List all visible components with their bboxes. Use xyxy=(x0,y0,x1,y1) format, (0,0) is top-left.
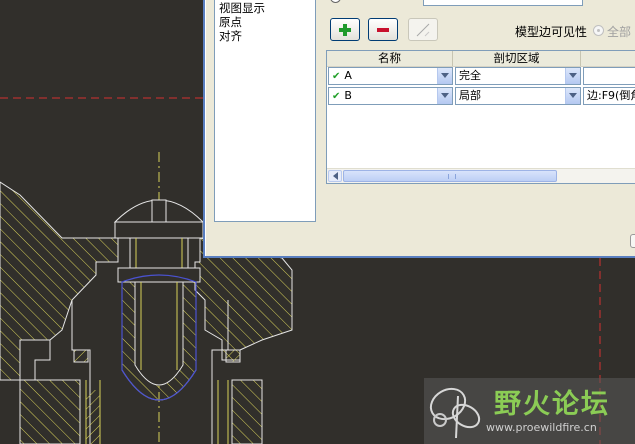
table-row[interactable]: ✔B 局部 边:F9(倒角 xyxy=(327,86,635,106)
column-header-extra[interactable] xyxy=(581,51,635,66)
name-combo[interactable]: ✔ B xyxy=(328,87,453,105)
row-region: 局部 xyxy=(459,89,481,102)
chevron-down-icon[interactable] xyxy=(437,88,452,104)
feature-tree-list: 视图显示 原点 对齐 xyxy=(214,0,316,222)
top-input-field[interactable] xyxy=(423,0,583,6)
cross-section-dialog: 视图显示 原点 对齐 模型边可见性 全部 名称 剖切区域 ✔ A 完全 ✔ B … xyxy=(203,0,635,258)
check-icon: ✔ xyxy=(332,91,341,102)
row-region: 完全 xyxy=(459,69,481,82)
name-combo[interactable]: ✔ A xyxy=(328,67,453,85)
visibility-all-radio[interactable] xyxy=(593,25,604,36)
plus-icon xyxy=(339,23,351,36)
chevron-left-icon xyxy=(332,172,338,180)
radio-option-top[interactable] xyxy=(330,0,341,3)
forum-watermark: 野火论坛 www.proewildfire.cn xyxy=(424,378,635,444)
list-item[interactable]: 对齐 xyxy=(219,29,315,43)
row-name: A xyxy=(344,69,352,82)
add-section-button[interactable] xyxy=(330,18,360,41)
watermark-title: 野火论坛 xyxy=(494,389,610,420)
region-combo[interactable]: 局部 xyxy=(455,87,581,105)
region-combo[interactable]: 完全 xyxy=(455,67,581,85)
table-header: 名称 剖切区域 xyxy=(327,51,635,67)
row-name: B xyxy=(344,89,352,102)
butterfly-logo-icon xyxy=(429,387,481,439)
column-header-region[interactable]: 剖切区域 xyxy=(453,51,581,66)
section-table: 名称 剖切区域 ✔A 完全 ✔B 局部 边:F9(倒角 xyxy=(326,50,635,184)
list-item[interactable]: 原点 xyxy=(219,15,315,29)
list-item[interactable]: 视图显示 xyxy=(219,1,315,15)
minus-icon xyxy=(377,27,389,32)
check-icon: ✔ xyxy=(332,71,341,82)
edit-section-button[interactable] xyxy=(408,18,438,41)
dialog-corner-button[interactable] xyxy=(630,234,635,248)
reference-field[interactable]: 边:F9(倒角 xyxy=(583,87,635,105)
pencil-slash-icon xyxy=(416,23,430,36)
chevron-down-icon[interactable] xyxy=(565,88,580,104)
remove-section-button[interactable] xyxy=(368,18,398,41)
chevron-down-icon[interactable] xyxy=(437,68,452,84)
model-edge-visibility-label: 模型边可见性 xyxy=(515,25,588,39)
reference-field[interactable] xyxy=(583,67,635,85)
visibility-all-label: 全部 xyxy=(607,25,632,39)
table-row[interactable]: ✔ A 完全 xyxy=(327,66,635,86)
watermark-url: www.proewildfire.cn xyxy=(486,421,597,434)
scrollbar-thumb[interactable] xyxy=(343,170,557,182)
horizontal-scrollbar[interactable] xyxy=(327,168,635,183)
scroll-left-button[interactable] xyxy=(328,170,342,182)
chevron-down-icon[interactable] xyxy=(565,68,580,84)
column-header-name[interactable]: 名称 xyxy=(327,51,453,66)
